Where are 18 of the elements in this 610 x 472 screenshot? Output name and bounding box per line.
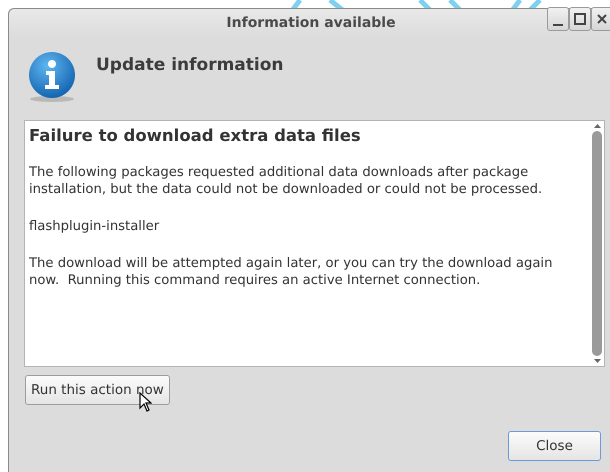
dialog-heading: Update information	[96, 55, 284, 75]
window-title: Information available	[226, 14, 396, 30]
close-button[interactable]: Close	[508, 431, 601, 461]
maximize-button[interactable]	[569, 7, 591, 31]
close-window-button[interactable]	[591, 7, 610, 31]
message-text: The following packages requested additional data downloads after package installation, but the data could not be downloaded or could not be processed.	[29, 164, 544, 198]
close-icon	[597, 14, 607, 24]
maximize-icon	[574, 13, 586, 25]
scroll-up-icon	[594, 124, 600, 128]
minimize-icon	[553, 24, 563, 26]
message-text: flashplugin-installer	[29, 218, 160, 235]
minimize-button[interactable]	[547, 7, 569, 31]
scrollbar-thumb[interactable]	[592, 131, 602, 356]
message-text: The download will be attempted again later, or you can try the download again now. Running this command requires an active Internet connection.	[29, 255, 554, 289]
info-icon	[28, 51, 76, 103]
scroll-down-icon	[594, 359, 600, 363]
run-action-button[interactable]: Run this action now	[25, 375, 170, 405]
message-heading: Failure to download extra data files	[29, 127, 362, 144]
